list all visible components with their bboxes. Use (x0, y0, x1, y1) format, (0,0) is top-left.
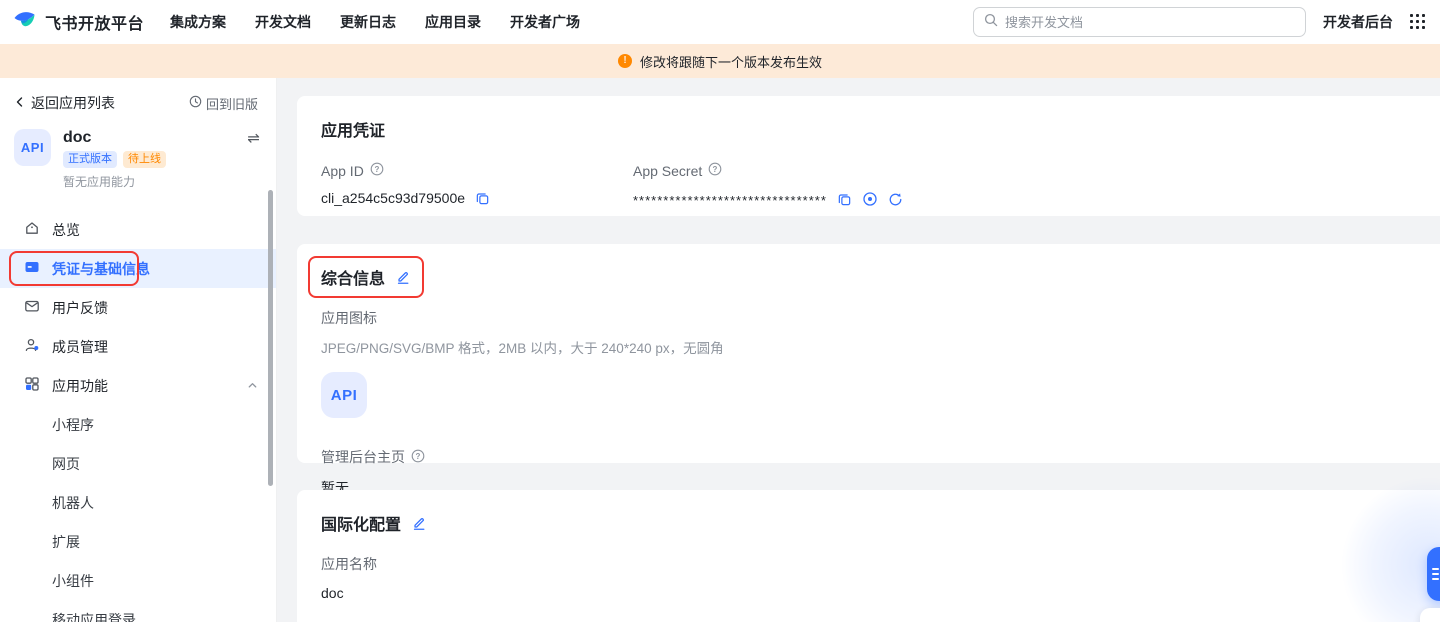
developer-console-link[interactable]: 开发者后台 (1323, 12, 1393, 32)
sidebar-subitem-mobile-app-login[interactable]: 移动应用登录 (0, 600, 276, 622)
app-secret-label: App Secret (633, 163, 702, 179)
id-card-icon (24, 259, 40, 278)
sidebar-item-overview[interactable]: 总览 (0, 210, 276, 249)
app-secret-value: ******************************** (633, 190, 827, 208)
sidebar-subitem-bot[interactable]: 机器人 (0, 483, 276, 522)
reveal-secret-eye-icon[interactable] (862, 191, 878, 207)
subitem-label: 小组件 (52, 571, 94, 591)
general-info-card: 综合信息 应用图标 JPEG/PNG/SVG/BMP 格式，2MB 以内，大于 … (297, 244, 1440, 463)
sidebar-menu: 总览 凭证与基础信息 用户反馈 (0, 210, 276, 622)
switch-app-icon[interactable]: ⇌ (247, 131, 260, 146)
nav-changelog[interactable]: 更新日志 (340, 12, 396, 32)
feishu-logo[interactable]: 飞书开放平台 (12, 8, 144, 37)
pending-online-badge: 待上线 (123, 151, 166, 168)
alert-icon (618, 54, 632, 68)
copy-app-secret-icon[interactable] (837, 192, 852, 207)
chevron-up-icon[interactable] (247, 378, 258, 394)
copy-app-id-icon[interactable] (475, 191, 490, 206)
main-content: 应用凭证 App ID ? cli_a254c5c93d79500e (277, 78, 1440, 622)
i18n-config-card: 国际化配置 应用名称 doc 应用描述 (297, 490, 1440, 622)
back-to-app-list[interactable]: 返回应用列表 (14, 93, 115, 113)
app-icon-preview[interactable]: API (321, 372, 367, 418)
app-name-label: 应用名称 (321, 554, 1440, 574)
top-navbar: 飞书开放平台 集成方案 开发文档 更新日志 应用目录 开发者广场 开发者后台 (0, 0, 1440, 44)
nav-developer-plaza[interactable]: 开发者广场 (510, 12, 580, 32)
nav-integration-solutions[interactable]: 集成方案 (170, 12, 226, 32)
sidebar-item-user-feedback[interactable]: 用户反馈 (0, 288, 276, 327)
sidebar-item-label: 凭证与基础信息 (52, 259, 150, 279)
sidebar-scrollbar[interactable] (268, 190, 273, 486)
admin-home-label: 管理后台主页 (321, 447, 405, 467)
sidebar-item-label: 总览 (52, 220, 80, 240)
edit-i18n-icon[interactable] (411, 515, 427, 531)
sidebar-item-credentials[interactable]: 凭证与基础信息 (0, 249, 276, 288)
subitem-label: 网页 (52, 454, 80, 474)
sidebar-item-member-management[interactable]: 成员管理 (0, 327, 276, 366)
release-version-badge: 正式版本 (63, 151, 117, 168)
app-icon-label: 应用图标 (321, 308, 1440, 328)
sidebar-item-label: 应用功能 (52, 376, 108, 396)
nav-dev-docs[interactable]: 开发文档 (255, 12, 311, 32)
app-credentials-card: 应用凭证 App ID ? cli_a254c5c93d79500e (297, 96, 1440, 216)
app-avatar: API (14, 129, 51, 166)
helper-floating-card[interactable] (1420, 608, 1440, 622)
chevron-left-icon (14, 95, 26, 111)
app-name-value: doc (321, 585, 1440, 601)
sidebar-subitem-mini-program[interactable]: 小程序 (0, 405, 276, 444)
notice-text: 修改将跟随下一个版本发布生效 (640, 52, 822, 71)
subitem-label: 机器人 (52, 493, 94, 513)
sidebar-subitem-web[interactable]: 网页 (0, 444, 276, 483)
mail-icon (24, 298, 40, 317)
apps-grid-icon[interactable] (1410, 14, 1426, 30)
svg-text:?: ? (713, 165, 718, 174)
help-icon[interactable]: ? (708, 162, 722, 179)
platform-title: 飞书开放平台 (45, 10, 144, 34)
back-label: 返回应用列表 (31, 93, 115, 113)
regenerate-secret-icon[interactable] (888, 192, 903, 207)
legacy-label: 回到旧版 (206, 94, 258, 113)
app-sidebar: 返回应用列表 回到旧版 API doc ⇌ 正式版本 (0, 78, 277, 622)
subitem-label: 移动应用登录 (52, 610, 136, 622)
svg-text:?: ? (374, 165, 379, 174)
credentials-title: 应用凭证 (321, 117, 1440, 141)
nav-app-directory[interactable]: 应用目录 (425, 12, 481, 32)
home-icon (24, 220, 40, 239)
app-grid-icon (24, 376, 40, 395)
sidebar-item-app-features[interactable]: 应用功能 (0, 366, 276, 405)
search-icon (984, 13, 998, 32)
helper-floating-button[interactable] (1427, 547, 1440, 601)
top-nav-links: 集成方案 开发文档 更新日志 应用目录 开发者广场 (170, 12, 580, 32)
sidebar-item-label: 用户反馈 (52, 298, 108, 318)
person-add-icon (24, 337, 40, 356)
feishu-open-platform-page: 飞书开放平台 集成方案 开发文档 更新日志 应用目录 开发者广场 开发者后台 修… (0, 0, 1440, 622)
back-to-old-version[interactable]: 回到旧版 (189, 94, 258, 113)
doc-search-box[interactable] (973, 7, 1306, 37)
app-id-label: App ID (321, 163, 364, 179)
subitem-label: 扩展 (52, 532, 80, 552)
search-input[interactable] (1005, 15, 1295, 30)
app-icon-hint: JPEG/PNG/SVG/BMP 格式，2MB 以内，大于 240*240 px… (321, 337, 1440, 357)
sidebar-subitem-widget[interactable]: 小组件 (0, 561, 276, 600)
app-id-value: cli_a254c5c93d79500e (321, 190, 465, 206)
topnav-right: 开发者后台 (973, 7, 1426, 37)
svg-text:?: ? (416, 451, 421, 460)
help-icon[interactable]: ? (370, 162, 384, 179)
edit-general-info-icon[interactable] (395, 269, 411, 285)
app-name: doc (63, 129, 91, 147)
help-icon[interactable]: ? (411, 449, 425, 466)
sidebar-subitem-extension[interactable]: 扩展 (0, 522, 276, 561)
feishu-bird-icon (12, 8, 37, 37)
general-info-title: 综合信息 (321, 265, 385, 289)
i18n-title: 国际化配置 (321, 511, 401, 535)
current-app-block: API doc ⇌ 正式版本 待上线 暂无应用能力 (0, 121, 276, 198)
clock-icon (189, 95, 202, 111)
app-capability-text: 暂无应用能力 (63, 173, 260, 190)
sidebar-item-label: 成员管理 (52, 337, 108, 357)
subitem-label: 小程序 (52, 415, 94, 435)
version-notice-bar: 修改将跟随下一个版本发布生效 (0, 44, 1440, 78)
